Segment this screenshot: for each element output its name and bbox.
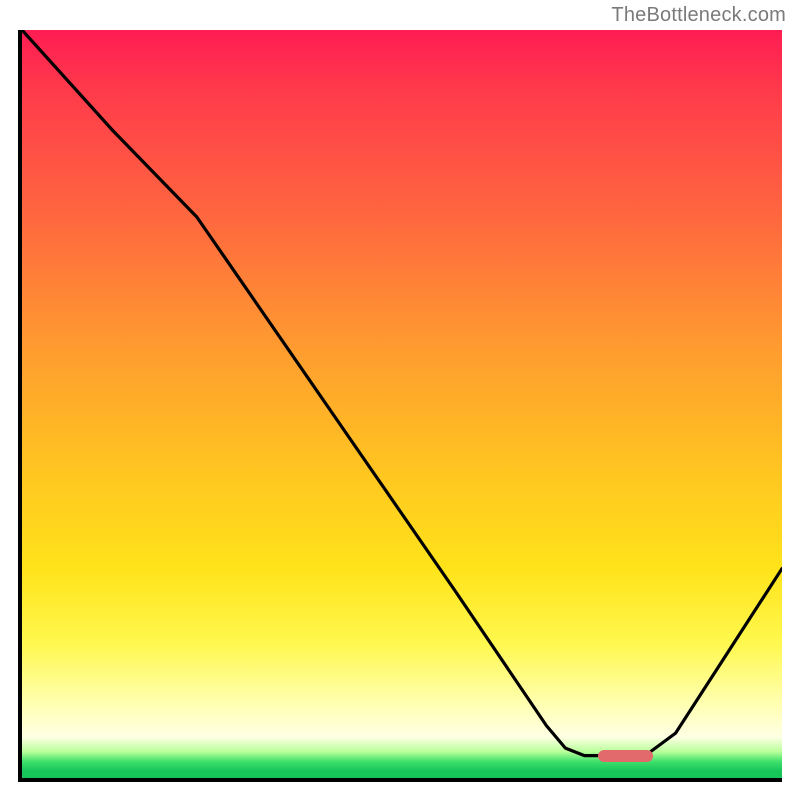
bottleneck-curve: [22, 30, 782, 778]
curve-path: [22, 30, 782, 756]
plot-frame: [18, 30, 782, 782]
plot-inner: [22, 30, 782, 778]
attribution-text: TheBottleneck.com: [611, 4, 786, 27]
optimal-marker: [598, 750, 653, 762]
page-root: TheBottleneck.com: [0, 0, 800, 800]
